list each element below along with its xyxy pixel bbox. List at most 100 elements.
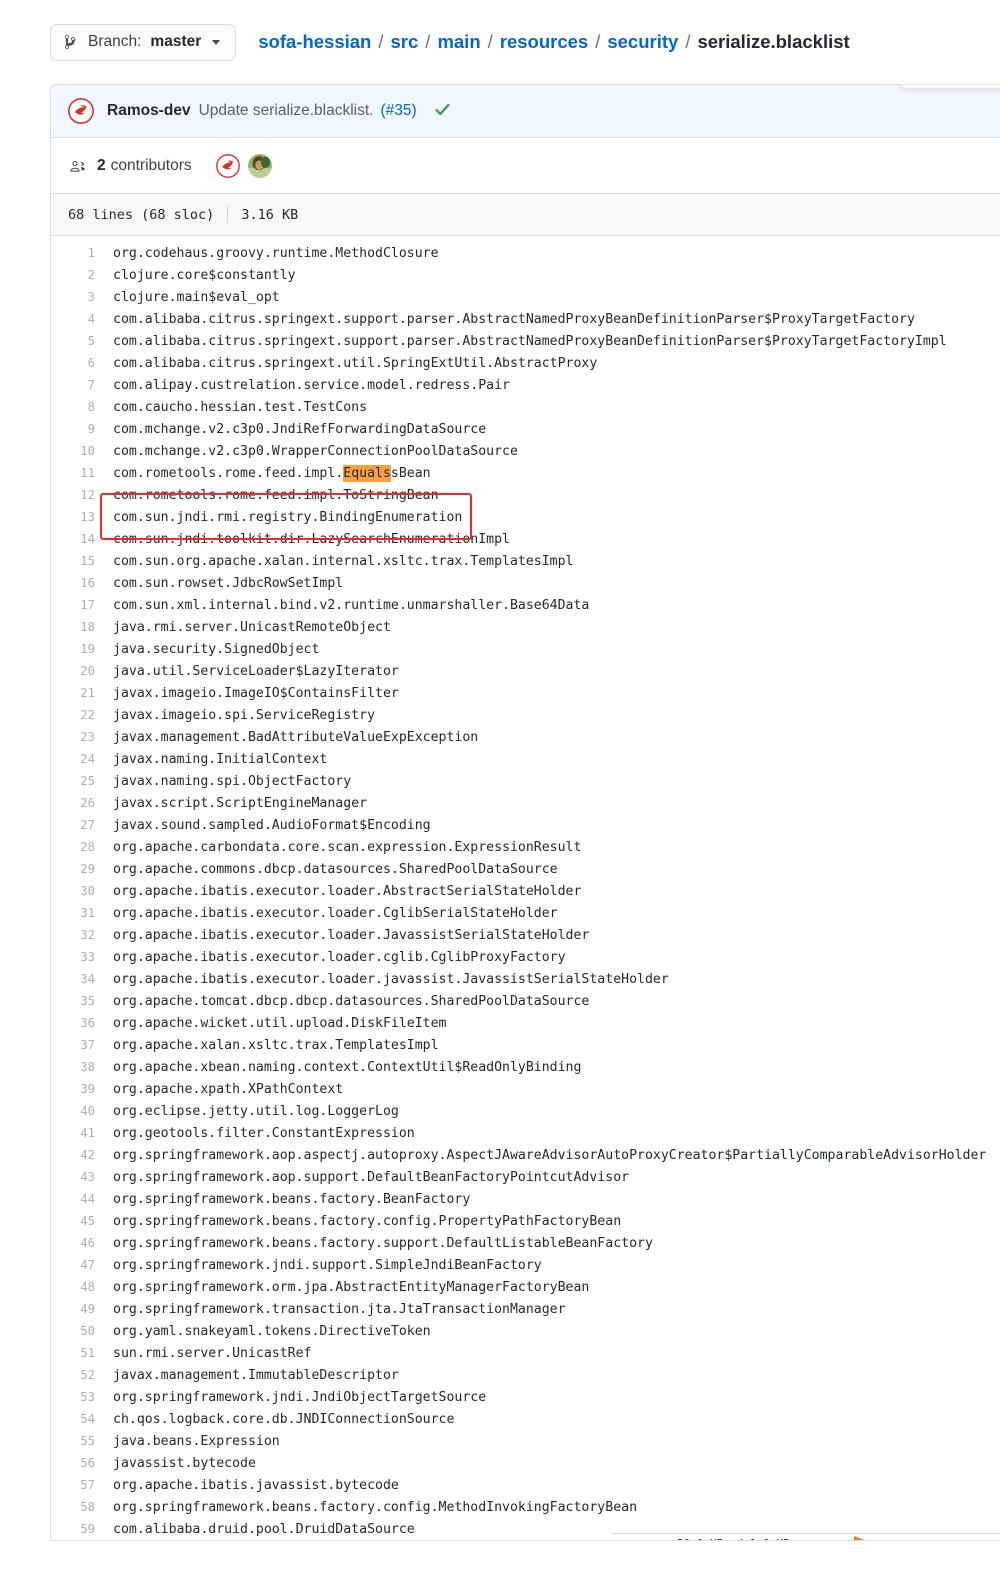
line-number[interactable]: 17 — [51, 594, 113, 616]
line-number[interactable]: 21 — [51, 682, 113, 704]
breadcrumb-item-security[interactable]: security — [607, 31, 678, 53]
line-number[interactable]: 6 — [51, 352, 113, 374]
line-content: com.sun.org.apache.xalan.internal.xsltc.… — [113, 554, 574, 569]
contributor-avatar-1[interactable] — [215, 153, 240, 178]
line-number[interactable]: 18 — [51, 616, 113, 638]
code-line: 50 org.yaml.snakeyaml.tokens.DirectiveTok… — [51, 1320, 1000, 1342]
line-number[interactable]: 28 — [51, 836, 113, 858]
line-number[interactable]: 4 — [51, 308, 113, 330]
line-number[interactable]: 16 — [51, 572, 113, 594]
line-number[interactable]: 25 — [51, 770, 113, 792]
line-content: com.alibaba.druid.pool.DruidDataSource — [113, 1522, 415, 1537]
check-icon[interactable] — [434, 101, 451, 121]
line-number[interactable]: 52 — [51, 1364, 113, 1386]
line-number[interactable]: 36 — [51, 1012, 113, 1034]
search-match-highlight: Equals — [343, 465, 391, 482]
line-number[interactable]: 42 — [51, 1144, 113, 1166]
line-number[interactable]: 55 — [51, 1430, 113, 1452]
contributors-row[interactable]: 2 contributors — [51, 138, 1000, 194]
branch-selector-button[interactable]: Branch: master — [50, 23, 237, 61]
line-number[interactable]: 35 — [51, 990, 113, 1012]
code-line: 11 com.rometools.rome.feed.impl.EqualssBe… — [51, 462, 1000, 484]
line-number[interactable]: 57 — [51, 1474, 113, 1496]
line-number[interactable]: 56 — [51, 1452, 113, 1474]
line-content: javax.imageio.ImageIO$ContainsFilter — [113, 686, 399, 701]
line-number[interactable]: 24 — [51, 748, 113, 770]
line-number[interactable]: 31 — [51, 902, 113, 924]
breadcrumb-item-main[interactable]: main — [437, 31, 480, 53]
line-content: org.springframework.beans.factory.suppor… — [113, 1236, 653, 1251]
line-content: javax.naming.InitialContext — [113, 752, 328, 767]
line-number[interactable]: 5 — [51, 330, 113, 352]
commit-message[interactable]: Update serialize.blacklist. — [199, 102, 374, 120]
line-number[interactable]: 41 — [51, 1122, 113, 1144]
line-number[interactable]: 53 — [51, 1386, 113, 1408]
line-number[interactable]: 13 — [51, 506, 113, 528]
code-line: 37 org.apache.xalan.xsltc.trax.TemplatesI… — [51, 1034, 1000, 1056]
line-number[interactable]: 2 — [51, 264, 113, 286]
line-number[interactable]: 27 — [51, 814, 113, 836]
line-number[interactable]: 30 — [51, 880, 113, 902]
line-number[interactable]: 48 — [51, 1276, 113, 1298]
contributor-avatar-2[interactable] — [247, 153, 272, 178]
commit-author-name[interactable]: Ramos-dev — [107, 102, 191, 120]
line-number[interactable]: 9 — [51, 418, 113, 440]
code-line: 14 com.sun.jndi.toolkit.dir.LazySearchEnu… — [51, 528, 1000, 550]
author-avatar[interactable] — [68, 98, 94, 124]
line-number[interactable]: 59 — [51, 1518, 113, 1540]
breadcrumb-item-src[interactable]: src — [391, 31, 419, 53]
line-number[interactable]: 3 — [51, 286, 113, 308]
code-line: 15 com.sun.org.apache.xalan.internal.xslt… — [51, 550, 1000, 572]
file-meta-bar: 68 lines (68 sloc) 3.16 KB — [51, 194, 1000, 236]
code-line: 24 javax.naming.InitialContext — [51, 748, 1000, 770]
line-number[interactable]: 43 — [51, 1166, 113, 1188]
line-number[interactable]: 37 — [51, 1034, 113, 1056]
line-number[interactable]: 45 — [51, 1210, 113, 1232]
line-content: javassist.bytecode — [113, 1456, 256, 1471]
line-number[interactable]: 38 — [51, 1056, 113, 1078]
line-number[interactable]: 23 — [51, 726, 113, 748]
line-content: org.springframework.transaction.jta.JtaT… — [113, 1302, 566, 1317]
line-number[interactable]: 15 — [51, 550, 113, 572]
line-number[interactable]: 11 — [51, 462, 113, 484]
line-number[interactable]: 51 — [51, 1342, 113, 1364]
breadcrumb-item-repo[interactable]: sofa-hessian — [258, 31, 371, 53]
line-number[interactable]: 12 — [51, 484, 113, 506]
line-number[interactable]: 49 — [51, 1298, 113, 1320]
line-number[interactable]: 50 — [51, 1320, 113, 1342]
line-number[interactable]: 29 — [51, 858, 113, 880]
line-number[interactable]: 20 — [51, 660, 113, 682]
line-number[interactable]: 39 — [51, 1078, 113, 1100]
code-blob[interactable]: 1 org.codehaus.groovy.runtime.MethodClosu… — [51, 236, 1000, 1540]
line-number[interactable]: 14 — [51, 528, 113, 550]
line-number[interactable]: 40 — [51, 1100, 113, 1122]
line-content: com.caucho.hessian.test.TestCons — [113, 400, 368, 415]
line-content: org.springframework.beans.factory.config… — [113, 1214, 622, 1229]
line-content: org.apache.commons.dbcp.datasources.Shar… — [113, 862, 558, 877]
line-number[interactable]: 19 — [51, 638, 113, 660]
code-line: 25 javax.naming.spi.ObjectFactory — [51, 770, 1000, 792]
line-number[interactable]: 32 — [51, 924, 113, 946]
line-number[interactable]: 47 — [51, 1254, 113, 1276]
line-number[interactable]: 10 — [51, 440, 113, 462]
line-number[interactable]: 8 — [51, 396, 113, 418]
line-number[interactable]: 33 — [51, 946, 113, 968]
line-number[interactable]: 26 — [51, 792, 113, 814]
code-line: 29 org.apache.commons.dbcp.datasources.Sh… — [51, 858, 1000, 880]
commit-pr-link[interactable]: (#35) — [380, 102, 416, 120]
line-number[interactable]: 44 — [51, 1188, 113, 1210]
line-number[interactable]: 22 — [51, 704, 113, 726]
line-number[interactable]: 7 — [51, 374, 113, 396]
line-content: org.apache.ibatis.javassist.bytecode — [113, 1478, 399, 1493]
line-number[interactable]: 54 — [51, 1408, 113, 1430]
line-number[interactable]: 46 — [51, 1232, 113, 1254]
code-line: 12 com.rometools.rome.feed.impl.ToStringB… — [51, 484, 1000, 506]
breadcrumb-item-resources[interactable]: resources — [500, 31, 588, 53]
line-number[interactable]: 1 — [51, 242, 113, 264]
line-number[interactable]: 34 — [51, 968, 113, 990]
orange-wedge-icon — [854, 1536, 888, 1540]
line-content: javax.management.BadAttributeValueExpExc… — [113, 730, 479, 745]
bottom-bar-text-fragment: 20.0 KB / 1.0 KB — [677, 1537, 790, 1540]
line-number[interactable]: 58 — [51, 1496, 113, 1518]
line-content: clojure.core$constantly — [113, 268, 296, 283]
